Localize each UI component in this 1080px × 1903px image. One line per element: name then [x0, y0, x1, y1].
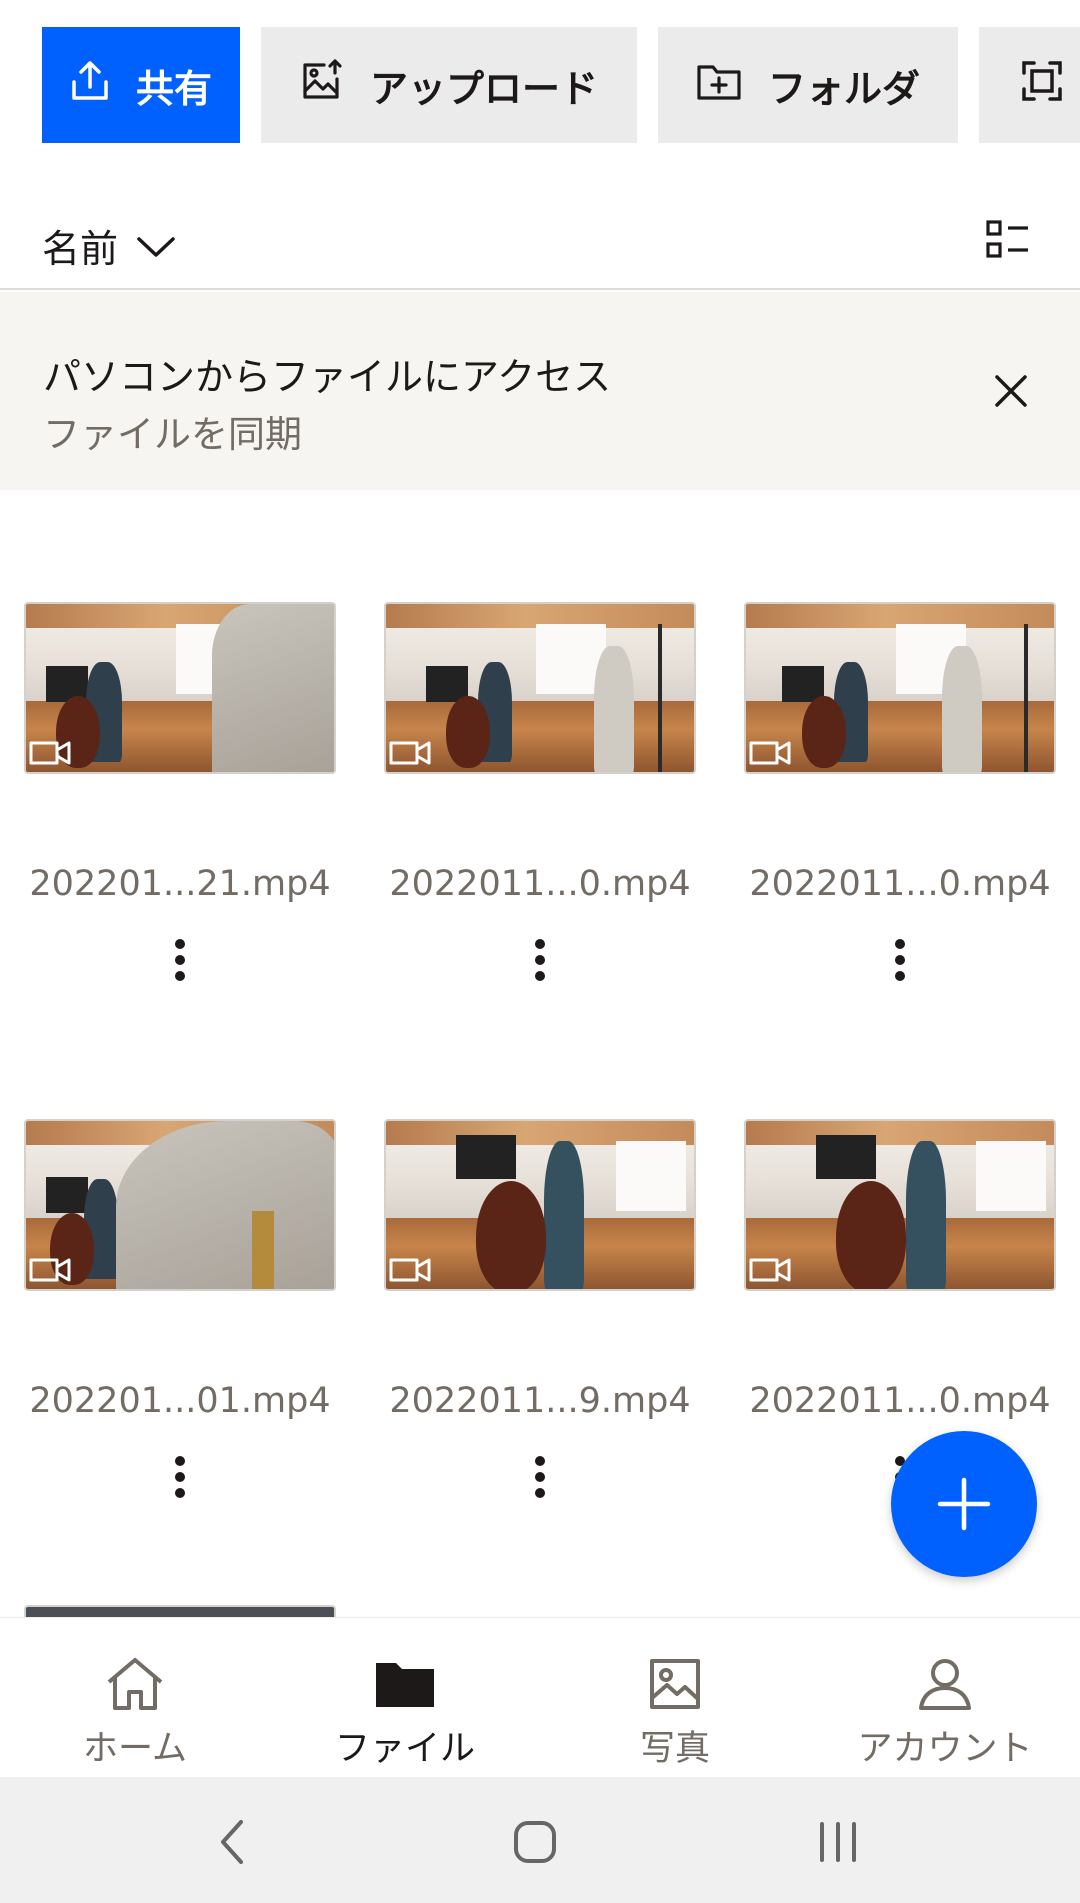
video-icon: [389, 1258, 431, 1282]
video-thumbnail[interactable]: [744, 602, 1056, 774]
account-icon: [917, 1654, 973, 1714]
nav-label: ホーム: [83, 1729, 187, 1769]
banner-subtitle: ファイルを同期: [43, 413, 302, 456]
list-view-icon[interactable]: [986, 220, 1030, 260]
scan-button[interactable]: [979, 27, 1080, 143]
video-icon: [389, 741, 431, 765]
nav-item-account[interactable]: アカウント: [810, 1618, 1080, 1778]
nav-label: アカウント: [857, 1729, 1033, 1769]
more-options-icon[interactable]: [520, 1451, 560, 1503]
video-thumbnail[interactable]: [384, 602, 696, 774]
file-name: 2022011...0.mp4: [749, 864, 1051, 904]
nav-label: ファイル: [334, 1729, 475, 1769]
nav-item-files[interactable]: ファイル: [270, 1618, 540, 1778]
folder-icon: [374, 1654, 436, 1714]
more-options-icon[interactable]: [160, 934, 200, 986]
file-item[interactable]: 2022011...0.mp4: [744, 602, 1056, 986]
bottom-navigation: ホーム ファイル 写真 アカウント: [0, 1617, 1080, 1777]
chevron-down-icon: [118, 224, 176, 268]
upload-label: アップロード: [369, 66, 598, 111]
sort-by-name-button[interactable]: 名前: [42, 218, 176, 273]
plus-icon: [937, 1477, 991, 1531]
share-button[interactable]: 共有: [42, 27, 240, 143]
sort-label: 名前: [42, 227, 119, 271]
upload-image-icon: [300, 58, 344, 112]
file-name: 202201...21.mp4: [29, 864, 331, 904]
file-name: 2022011...0.mp4: [389, 864, 691, 904]
nav-item-photos[interactable]: 写真: [540, 1618, 810, 1778]
file-item[interactable]: 2022011...9.mp4: [384, 1119, 696, 1503]
video-icon: [29, 1258, 71, 1282]
home-circle-icon[interactable]: [495, 1807, 575, 1877]
video-thumbnail[interactable]: [384, 1119, 696, 1291]
add-button[interactable]: [891, 1431, 1037, 1577]
video-icon: [749, 741, 791, 765]
nav-item-home[interactable]: ホーム: [0, 1618, 270, 1778]
new-folder-button[interactable]: フォルダ: [658, 27, 958, 143]
add-folder-icon: [696, 61, 742, 110]
file-item[interactable]: 202201...21.mp4: [24, 602, 336, 986]
system-navigation-bar: [0, 1777, 1080, 1903]
share-label: 共有: [135, 66, 212, 111]
recent-apps-icon[interactable]: [798, 1807, 878, 1877]
more-options-icon[interactable]: [880, 934, 920, 986]
file-name: 2022011...0.mp4: [749, 1381, 1051, 1421]
video-thumbnail[interactable]: [24, 602, 336, 774]
home-icon: [105, 1654, 165, 1714]
file-name: 202201...01.mp4: [29, 1381, 331, 1421]
file-item[interactable]: 2022011...0.mp4: [744, 1119, 1056, 1503]
photo-icon: [649, 1654, 701, 1714]
sync-promo-banner[interactable]: パソコンからファイルにアクセス ファイルを同期: [0, 292, 1080, 490]
video-icon: [29, 741, 71, 765]
upload-button[interactable]: アップロード: [261, 27, 637, 143]
folder-label: フォルダ: [767, 66, 920, 111]
more-options-icon[interactable]: [160, 1451, 200, 1503]
nav-label: 写真: [639, 1729, 710, 1769]
file-item[interactable]: 202201...01.mp4: [24, 1119, 336, 1503]
file-name: 2022011...9.mp4: [389, 1381, 691, 1421]
close-icon[interactable]: [982, 362, 1040, 420]
scan-icon: [1021, 60, 1063, 111]
action-toolbar: 共有 アップロード フォルダ: [0, 27, 1080, 143]
share-icon: [70, 60, 110, 111]
video-icon: [749, 1258, 791, 1282]
file-item[interactable]: 2022011...0.mp4: [384, 602, 696, 986]
video-thumbnail[interactable]: [24, 1119, 336, 1291]
more-options-icon[interactable]: [520, 934, 560, 986]
back-icon[interactable]: [192, 1807, 272, 1877]
app-screen: 共有 アップロード フォルダ 名前 パソコンからファイルにアクセス ファイルを同…: [0, 0, 1080, 1903]
sort-bar: 名前: [0, 200, 1080, 290]
banner-title: パソコンからファイルにアクセス: [43, 355, 612, 399]
video-thumbnail[interactable]: [744, 1119, 1056, 1291]
